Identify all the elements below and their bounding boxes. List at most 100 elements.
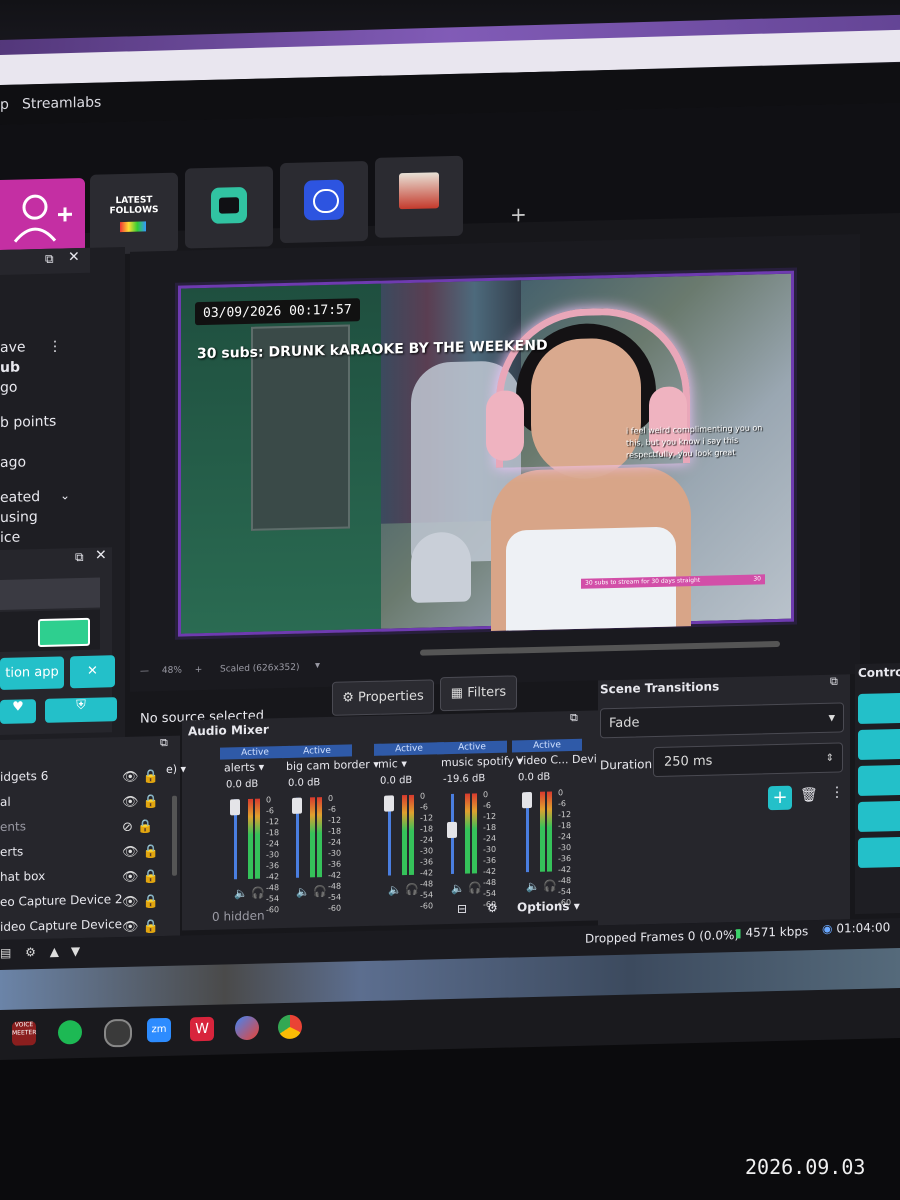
signal-bars-icon: ▮ bbox=[735, 925, 742, 941]
active-tag: Active bbox=[220, 745, 290, 760]
add-transition-button[interactable]: + bbox=[768, 785, 792, 811]
speaker-icon[interactable]: 🔈 🎧 bbox=[451, 881, 482, 895]
eye-icon[interactable]: 👁 🔒 bbox=[122, 764, 162, 790]
options-button[interactable]: Options ▾ bbox=[517, 899, 580, 915]
duration-input[interactable]: 250 ms ⇕ bbox=[653, 742, 843, 778]
scene-transitions-title: Scene Transitions bbox=[600, 679, 720, 697]
popout-icon[interactable]: ⧉ bbox=[570, 711, 578, 725]
source-item[interactable]: ents bbox=[0, 819, 26, 834]
chevron-down-icon[interactable]: ▼ bbox=[71, 944, 80, 958]
obs-icon[interactable] bbox=[104, 1018, 132, 1048]
close-icon[interactable]: ✕ bbox=[68, 249, 80, 265]
chat-bubble-icon bbox=[304, 179, 344, 221]
chevron-down-icon[interactable]: ▾ bbox=[315, 660, 320, 671]
stream-preview[interactable]: 03/09/2026 00:17:57 30 subs: DRUNK kARAO… bbox=[178, 270, 794, 637]
level-meter bbox=[317, 797, 322, 878]
chrome-profile-icon[interactable] bbox=[235, 1015, 259, 1041]
speaker-icon[interactable]: 🔈 🎧 bbox=[388, 883, 419, 897]
fader-knob[interactable] bbox=[230, 799, 240, 816]
source-item[interactable]: idgets 6 bbox=[0, 769, 48, 784]
more-icon[interactable]: ⋮ bbox=[830, 784, 844, 800]
thumbnail-icon bbox=[399, 172, 439, 210]
control-button[interactable] bbox=[858, 692, 900, 725]
broadcast-icon[interactable] bbox=[38, 617, 90, 648]
gear-icon[interactable]: ⚙ bbox=[25, 945, 36, 959]
source-item[interactable]: al bbox=[0, 795, 11, 809]
spotify-icon[interactable] bbox=[58, 1019, 82, 1045]
sub-goal-bar-text: 30 subs to stream for 30 days straight bbox=[585, 576, 701, 587]
mixer-channel-name[interactable]: music spotify ▾ bbox=[441, 754, 523, 769]
mixer-channel-db: 0.0 dB bbox=[226, 778, 259, 791]
voicemeeter-icon[interactable]: VOICE MEETER bbox=[12, 1021, 36, 1046]
speaker-icon[interactable]: 🔈 🎧 bbox=[234, 887, 265, 901]
control-button[interactable] bbox=[858, 800, 900, 833]
overlay-date: 03/09/2026 00:17:57 bbox=[195, 298, 360, 326]
mixer-channel-name[interactable]: Video C... Devi ▾ bbox=[516, 752, 606, 767]
meter-ticks: 0 -6 -12 -18 -24 -30 -36 -42 -48 -54 -60 bbox=[266, 795, 280, 915]
chevron-up-icon[interactable]: ▲ bbox=[50, 945, 59, 959]
media-tile[interactable] bbox=[375, 155, 463, 238]
eye-icon[interactable]: 👁 🔒 bbox=[122, 789, 162, 815]
zoom-plus[interactable]: + bbox=[195, 665, 203, 675]
properties-button[interactable]: ⚙ Properties bbox=[332, 679, 434, 716]
chrome-icon[interactable] bbox=[278, 1014, 302, 1040]
chevron-down-icon[interactable]: ⌄ bbox=[60, 488, 70, 502]
action-app-button[interactable]: tion app bbox=[0, 656, 64, 690]
control-button[interactable] bbox=[858, 836, 900, 869]
popout-icon[interactable]: ⧉ bbox=[830, 675, 838, 689]
event-line: using bbox=[0, 509, 38, 526]
transition-select[interactable]: Fade ▾ bbox=[600, 702, 844, 739]
mixer-channel-name[interactable]: mic ▾ bbox=[378, 757, 407, 771]
filters-button[interactable]: ▦ Filters bbox=[440, 675, 517, 712]
mixer-channel-name[interactable]: alerts ▾ bbox=[224, 761, 264, 775]
add-tab-button[interactable]: + bbox=[510, 202, 527, 226]
zoom-minus[interactable]: — bbox=[140, 666, 149, 676]
trash-icon[interactable]: 🗑 bbox=[800, 787, 818, 803]
eye-off-icon[interactable]: ⊘ 🔒 bbox=[122, 814, 162, 840]
microphone-image bbox=[411, 531, 471, 603]
fader-knob[interactable] bbox=[384, 795, 394, 812]
eye-icon[interactable]: 👁 🔒 bbox=[122, 864, 162, 890]
source-item[interactable]: hat box bbox=[0, 869, 45, 884]
popout-icon[interactable]: ⧉ bbox=[45, 252, 54, 267]
streamlabs-tile[interactable] bbox=[185, 166, 273, 249]
popout-icon[interactable]: ⧉ bbox=[75, 550, 84, 565]
mixer-channel-name[interactable]: e) ▾ bbox=[166, 762, 186, 775]
eye-icon[interactable]: 👁 🔒 bbox=[122, 889, 162, 915]
source-item[interactable]: eo Capture Device 2 bbox=[0, 892, 123, 909]
close-icon[interactable]: ✕ bbox=[95, 547, 107, 563]
mixer-channel-name[interactable]: big cam border ▾ bbox=[286, 758, 379, 773]
events-panel-header: ⧉ ✕ bbox=[0, 247, 90, 275]
chat-tile[interactable] bbox=[280, 161, 368, 244]
mixer-layout-icon[interactable]: ⊟ bbox=[457, 902, 467, 916]
source-item[interactable]: erts bbox=[0, 844, 23, 859]
mixer-channel-db: -19.6 dB bbox=[443, 773, 486, 786]
zoom-icon[interactable]: zm bbox=[147, 1017, 171, 1043]
menu-item-help[interactable]: p bbox=[0, 97, 9, 113]
source-item[interactable]: ideo Capture Device bbox=[0, 917, 122, 934]
fader-knob[interactable] bbox=[522, 791, 532, 809]
heart-button[interactable]: ♥ bbox=[0, 699, 36, 724]
streamlabs-logo-icon bbox=[211, 186, 247, 224]
fader-knob[interactable] bbox=[292, 797, 302, 814]
menu-item-streamlabs[interactable]: Streamlabs bbox=[22, 95, 101, 113]
advanced-audio-icon[interactable]: ⚙ bbox=[487, 901, 498, 915]
wps-office-icon[interactable]: W bbox=[190, 1016, 214, 1042]
control-button[interactable] bbox=[858, 764, 900, 797]
speaker-icon[interactable]: 🔈 🎧 bbox=[296, 885, 327, 899]
eye-icon[interactable]: 👁 🔒 bbox=[122, 839, 162, 865]
event-line: ave bbox=[0, 339, 26, 356]
dropped-frames: Dropped Frames 0 (0.0%) bbox=[585, 927, 740, 946]
event-line: ub bbox=[0, 359, 20, 376]
more-icon[interactable]: ⋮ bbox=[48, 338, 62, 354]
list-icon[interactable]: ▤ bbox=[0, 946, 11, 960]
bitrate-readout: ▮ 4571 kbps bbox=[735, 924, 809, 941]
latest-follows-tile[interactable]: LATEST FOLLOWS bbox=[90, 172, 178, 255]
speaker-icon[interactable]: 🔈 🎧 bbox=[526, 879, 557, 893]
stepper-icon[interactable]: ⇕ bbox=[826, 744, 834, 774]
close-app-button[interactable]: ✕ bbox=[70, 655, 115, 689]
event-line: go bbox=[0, 379, 18, 396]
fader-knob[interactable] bbox=[447, 821, 457, 839]
shield-button[interactable]: ⛨ bbox=[45, 697, 117, 723]
control-button[interactable] bbox=[858, 728, 900, 761]
